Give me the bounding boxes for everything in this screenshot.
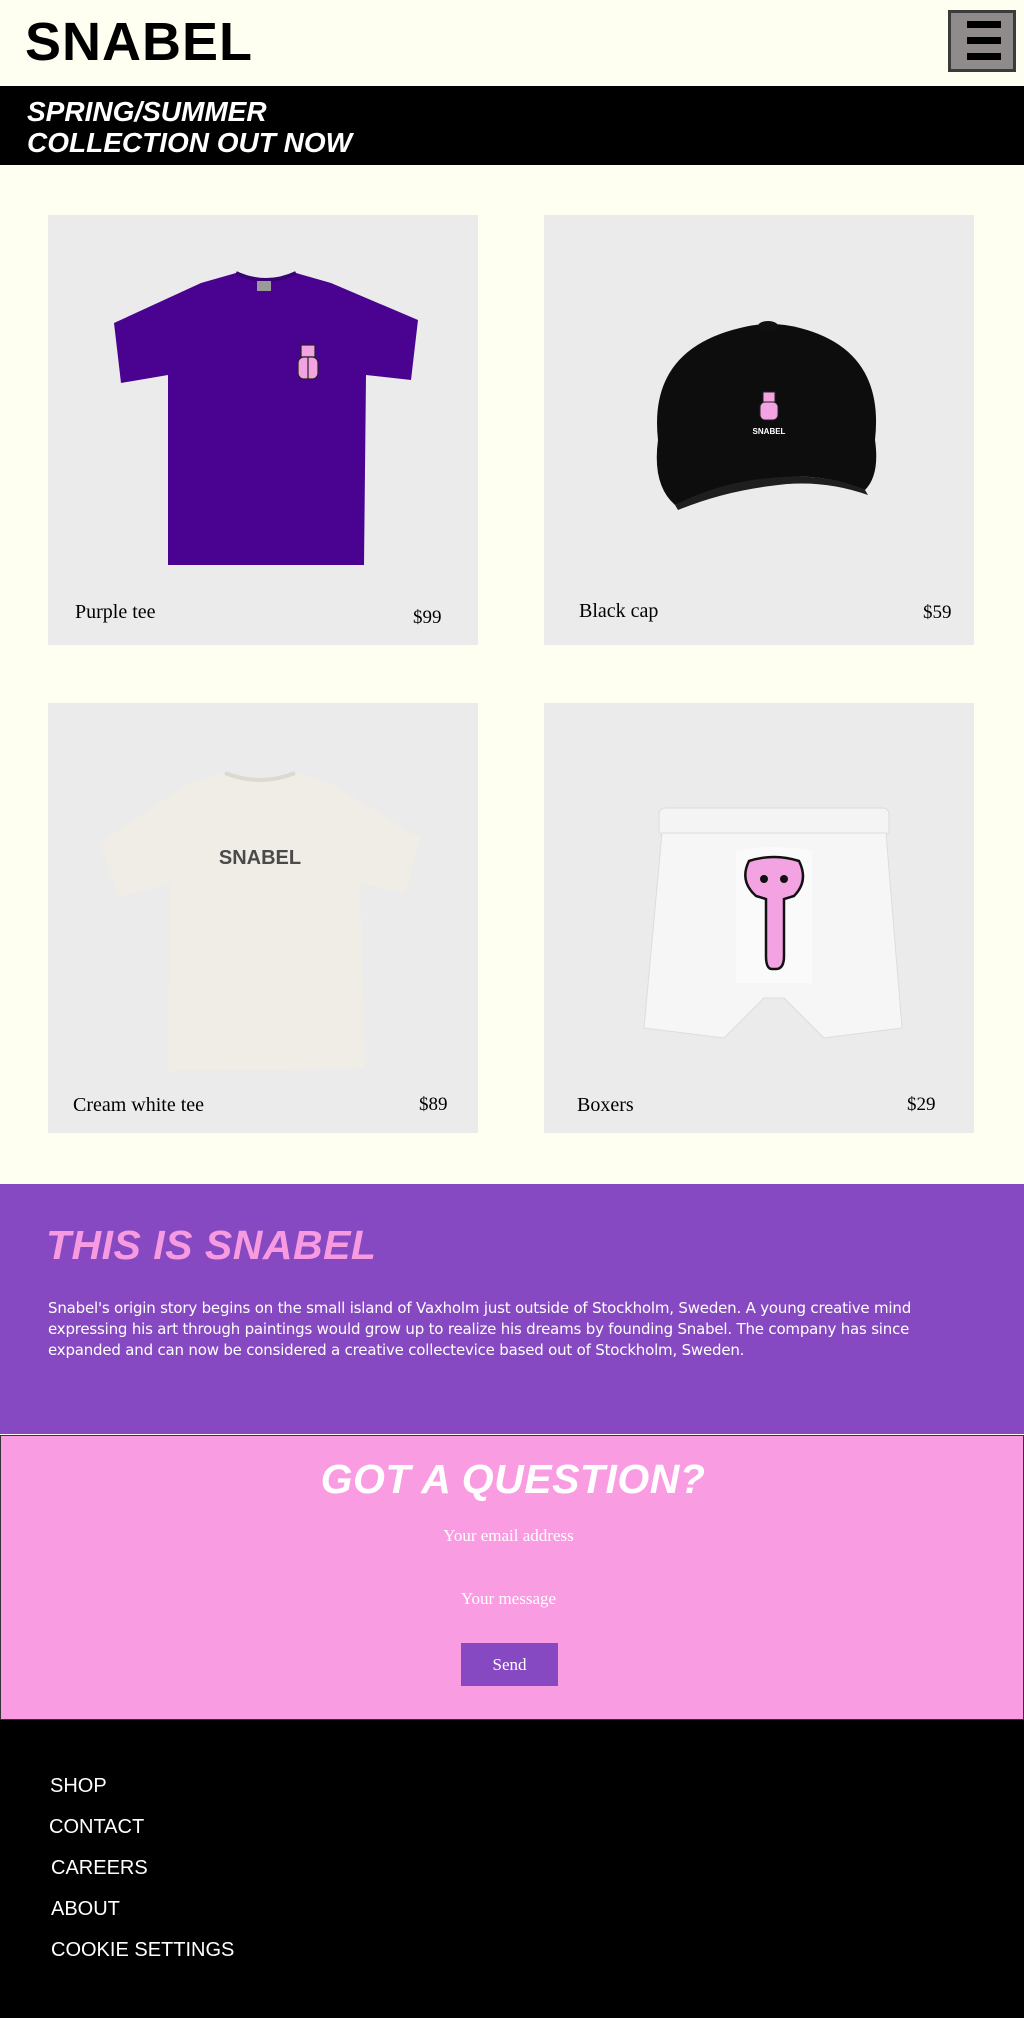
footer-link-careers[interactable]: CAREERS [51, 1857, 148, 1880]
footer-link-contact[interactable]: CONTACT [49, 1816, 144, 1839]
product-card-black-cap[interactable]: SNABEL Black cap $59 [544, 215, 974, 645]
site-logo[interactable]: SNABEL [25, 12, 253, 72]
about-section: THIS IS SNABEL Snabel's origin story beg… [0, 1184, 1024, 1434]
menu-bar [967, 53, 1001, 60]
tee-print-text: SNABEL [219, 847, 301, 869]
product-name: Boxers [577, 1094, 634, 1116]
product-card-boxers[interactable]: Boxers $29 [544, 703, 974, 1133]
product-name: Black cap [579, 600, 659, 622]
product-name: Purple tee [75, 601, 156, 623]
cream-tee-image: SNABEL [100, 771, 420, 1071]
product-name: Cream white tee [73, 1094, 205, 1116]
hamburger-menu-icon[interactable] [948, 10, 1016, 72]
contact-title: GOT A QUESTION? [320, 1456, 706, 1502]
footer-link-about[interactable]: ABOUT [51, 1898, 120, 1921]
about-body: Snabel's origin story begins on the smal… [48, 1299, 912, 1359]
product-price: $89 [419, 1094, 448, 1115]
product-card-purple-tee[interactable]: Purple tee $99 [48, 215, 478, 645]
product-card-cream-tee[interactable]: SNABEL Cream white tee $89 [48, 703, 478, 1133]
collection-banner[interactable]: SPRING/SUMMER COLLECTION OUT NOW [0, 86, 1024, 165]
cap-print-text: SNABEL [753, 427, 786, 436]
site-header: SNABEL [0, 0, 1024, 86]
about-title: THIS IS SNABEL [46, 1222, 377, 1268]
boxers-image [643, 807, 903, 1039]
footer-link-cookie-settings[interactable]: COOKIE SETTINGS [51, 1939, 234, 1962]
menu-bar [967, 37, 1001, 44]
contact-section: GOT A QUESTION? Send [0, 1435, 1024, 1720]
message-field[interactable] [361, 1582, 656, 1616]
footer-link-shop[interactable]: SHOP [50, 1775, 107, 1798]
product-price: $29 [907, 1094, 936, 1115]
purple-tee-image [114, 271, 418, 565]
site-footer: SHOP CONTACT CAREERS ABOUT COOKIE SETTIN… [0, 1720, 1024, 2018]
black-cap-image: SNABEL [656, 321, 877, 510]
product-price: $59 [923, 602, 952, 623]
email-field[interactable] [361, 1519, 656, 1553]
send-button[interactable]: Send [461, 1643, 558, 1686]
banner-text: SPRING/SUMMER COLLECTION OUT NOW [27, 96, 353, 158]
product-price: $99 [413, 607, 442, 628]
menu-bar [967, 21, 1001, 28]
